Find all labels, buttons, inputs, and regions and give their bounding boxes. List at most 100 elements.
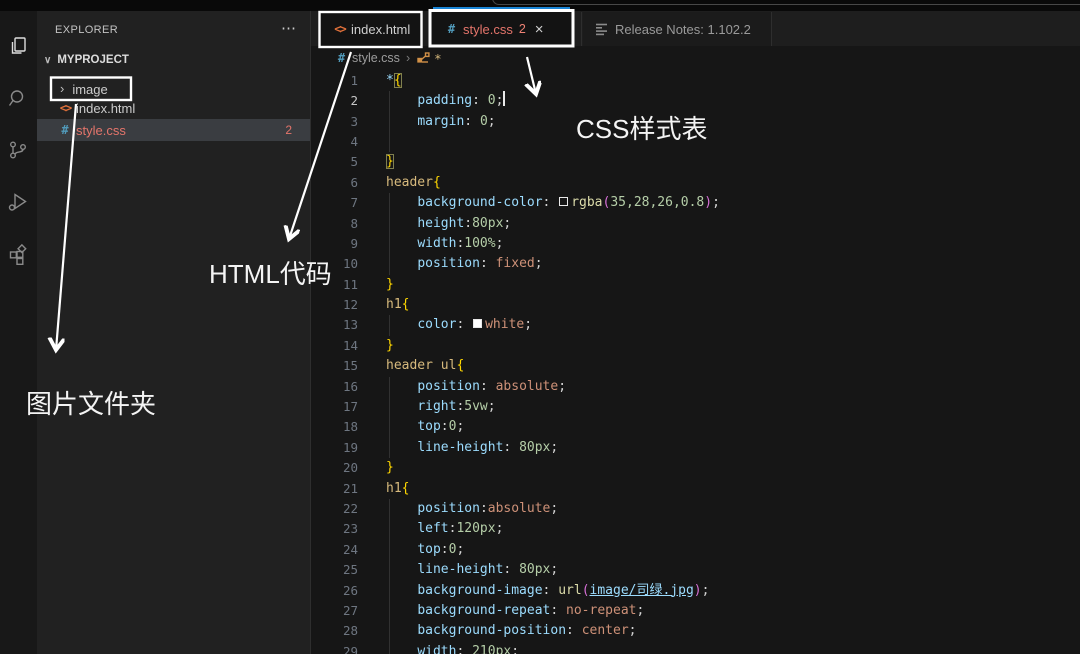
- explorer-title: EXPLORER: [55, 24, 118, 36]
- code-token: ;: [503, 216, 511, 231]
- code-token: :: [441, 419, 449, 434]
- code-token: [386, 216, 417, 231]
- code-token: [386, 644, 417, 654]
- code-text: margin: 0;: [386, 112, 496, 132]
- code-line-20[interactable]: 20}: [311, 458, 1080, 478]
- code-text: position: absolute;: [386, 377, 566, 397]
- code-line-1[interactable]: 1*{: [311, 71, 1080, 91]
- breadcrumb[interactable]: # style.css › *: [311, 46, 1080, 70]
- explorer-icon[interactable]: [7, 35, 29, 57]
- html-file-icon: <>: [57, 101, 73, 115]
- code-text: }: [386, 336, 394, 356]
- code-token: ;: [550, 501, 558, 516]
- code-line-17[interactable]: 17 right:5vw;: [311, 397, 1080, 417]
- sidebar-item-image-folder[interactable]: › image: [37, 79, 310, 99]
- code-line-29[interactable]: 29 width: 210px;: [311, 642, 1080, 654]
- code-line-8[interactable]: 8 height:80px;: [311, 214, 1080, 234]
- search-icon[interactable]: [7, 87, 29, 109]
- code-token: ;: [550, 440, 558, 455]
- code-line-18[interactable]: 18 top:0;: [311, 417, 1080, 437]
- code-text: width:100%;: [386, 234, 503, 254]
- code-line-13[interactable]: 13 color: white;: [311, 315, 1080, 335]
- gutter: [358, 152, 386, 172]
- code-line-10[interactable]: 10 position: fixed;: [311, 254, 1080, 274]
- tab-separator: [771, 12, 772, 46]
- tab-release-notes[interactable]: Release Notes: 1.102.2: [583, 12, 771, 46]
- code-token: }: [386, 154, 394, 169]
- sidebar-item-style-css[interactable]: # style.css 2: [37, 119, 310, 141]
- code-line-7[interactable]: 7 background-color: rgba(35,28,26,0.8);: [311, 193, 1080, 213]
- code-token: image/司绿.jpg: [590, 583, 694, 598]
- breadcrumb-symbol[interactable]: *: [434, 51, 442, 66]
- code-token: [386, 419, 417, 434]
- annotation-label-css: CSS样式表: [576, 109, 707, 146]
- run-debug-icon[interactable]: [7, 191, 29, 213]
- code-line-22[interactable]: 22 position:absolute;: [311, 499, 1080, 519]
- code-token: 5vw: [464, 399, 487, 414]
- code-line-5[interactable]: 5}: [311, 152, 1080, 172]
- code-token: *: [386, 73, 394, 88]
- code-text: *{: [386, 71, 402, 91]
- code-line-26[interactable]: 26 background-image: url(image/司绿.jpg);: [311, 581, 1080, 601]
- code-token: fixed: [496, 256, 535, 271]
- code-line-12[interactable]: 12h1{: [311, 295, 1080, 315]
- code-line-6[interactable]: 6header{: [311, 173, 1080, 193]
- project-root-row[interactable]: ∨ MYPROJECT: [37, 49, 310, 71]
- line-number: 4: [311, 132, 358, 152]
- release-notes-icon: [595, 22, 608, 36]
- code-line-9[interactable]: 9 width:100%;: [311, 234, 1080, 254]
- source-control-icon[interactable]: [7, 139, 29, 161]
- indent-guide: [389, 499, 390, 519]
- indent-guide: [389, 581, 390, 601]
- breadcrumb-file[interactable]: style.css: [352, 51, 400, 65]
- code-text: background-repeat: no-repeat;: [386, 601, 644, 621]
- sidebar-item-index-html[interactable]: <> index.html: [37, 98, 310, 118]
- color-swatch: [473, 319, 482, 328]
- code-text: top:0;: [386, 540, 464, 560]
- code-line-15[interactable]: 15header ul{: [311, 356, 1080, 376]
- close-icon[interactable]: ×: [535, 21, 544, 38]
- code-line-19[interactable]: 19 line-height: 80px;: [311, 438, 1080, 458]
- code-line-11[interactable]: 11}: [311, 275, 1080, 295]
- line-number: 29: [311, 642, 358, 654]
- code-line-24[interactable]: 24 top:0;: [311, 540, 1080, 560]
- code-token: :: [464, 216, 472, 231]
- indent-guide: [389, 417, 390, 437]
- code-token: h1: [386, 481, 402, 496]
- code-token: ;: [456, 419, 464, 434]
- code-token: 0: [480, 114, 488, 129]
- code-token: position: [417, 501, 480, 516]
- code-line-14[interactable]: 14}: [311, 336, 1080, 356]
- gutter: [358, 254, 386, 274]
- tab-index-html[interactable]: <> index.html: [320, 12, 421, 46]
- tab-style-css[interactable]: # style.css 2 ×: [432, 12, 571, 46]
- code-text: width: 210px;: [386, 642, 519, 654]
- code-line-25[interactable]: 25 line-height: 80px;: [311, 560, 1080, 580]
- code-token: position: [417, 379, 480, 394]
- code-token: 0: [488, 93, 496, 108]
- code-token: [386, 501, 417, 516]
- gutter: [358, 193, 386, 213]
- code-text: color: white;: [386, 315, 532, 335]
- code-line-28[interactable]: 28 background-position: center;: [311, 621, 1080, 641]
- code-line-21[interactable]: 21h1{: [311, 479, 1080, 499]
- code-token: ;: [535, 256, 543, 271]
- code-token: line-height: [417, 440, 503, 455]
- code-line-23[interactable]: 23 left:120px;: [311, 519, 1080, 539]
- line-number: 2: [311, 91, 358, 111]
- code-token: {: [433, 175, 441, 190]
- line-number: 6: [311, 173, 358, 193]
- line-number: 3: [311, 112, 358, 132]
- code-line-16[interactable]: 16 position: absolute;: [311, 377, 1080, 397]
- code-token: 80px: [472, 216, 503, 231]
- code-token: }: [386, 277, 394, 292]
- extensions-icon[interactable]: [7, 243, 29, 265]
- code-editor[interactable]: 1*{2 padding: 0;3 margin: 0;45}6header{7…: [311, 71, 1080, 654]
- annotation-label-image: 图片文件夹: [26, 384, 156, 421]
- line-number: 26: [311, 581, 358, 601]
- code-line-27[interactable]: 27 background-repeat: no-repeat;: [311, 601, 1080, 621]
- folder-label: image: [72, 82, 107, 97]
- line-number: 27: [311, 601, 358, 621]
- more-actions-icon[interactable]: ⋯: [281, 19, 297, 37]
- line-number: 22: [311, 499, 358, 519]
